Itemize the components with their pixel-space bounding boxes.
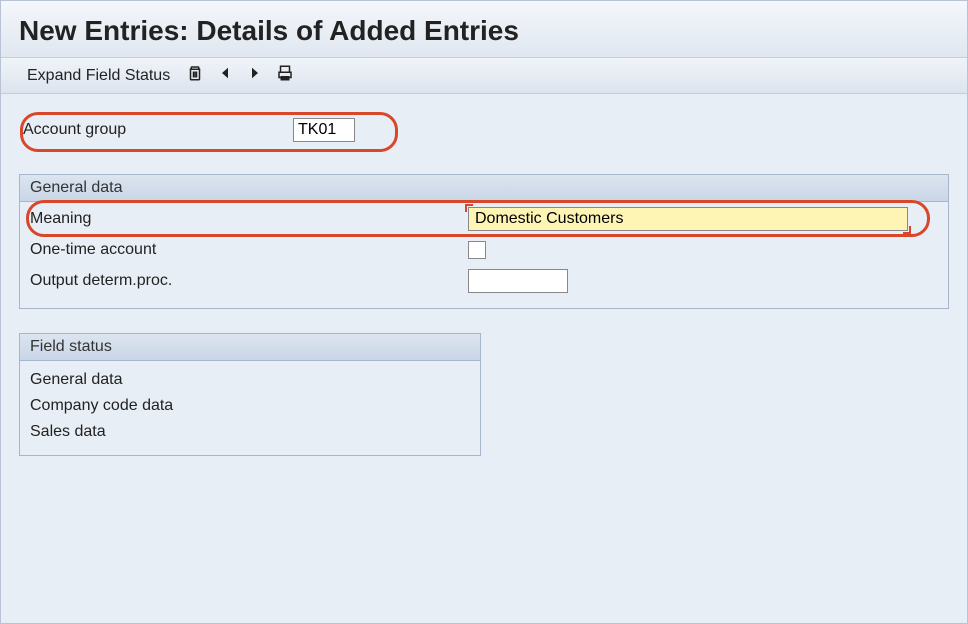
onetime-account-label: One-time account xyxy=(30,241,468,259)
corner-marker xyxy=(903,226,911,234)
field-status-panel: Field status General data Company code d… xyxy=(19,333,481,456)
field-status-item-company[interactable]: Company code data xyxy=(30,393,470,419)
general-data-panel: General data Meaning One-time account xyxy=(19,174,949,309)
print-icon[interactable] xyxy=(276,64,294,87)
prev-icon[interactable] xyxy=(216,64,234,87)
field-status-item-general[interactable]: General data xyxy=(30,367,470,393)
account-group-input[interactable] xyxy=(293,118,355,142)
page-title: New Entries: Details of Added Entries xyxy=(19,15,949,47)
meaning-label: Meaning xyxy=(30,210,468,228)
account-group-label: Account group xyxy=(23,121,293,139)
trash-icon[interactable] xyxy=(186,64,204,87)
expand-field-status-button[interactable]: Expand Field Status xyxy=(27,67,170,85)
output-determ-label: Output determ.proc. xyxy=(30,272,468,290)
toolbar: Expand Field Status xyxy=(1,58,967,94)
output-determ-input[interactable] xyxy=(468,269,568,293)
field-status-header: Field status xyxy=(20,334,480,361)
corner-marker xyxy=(465,204,473,212)
next-icon[interactable] xyxy=(246,64,264,87)
general-data-header: General data xyxy=(20,175,948,202)
onetime-account-checkbox[interactable] xyxy=(468,241,486,259)
field-status-item-sales[interactable]: Sales data xyxy=(30,419,470,445)
meaning-input[interactable] xyxy=(468,207,908,231)
